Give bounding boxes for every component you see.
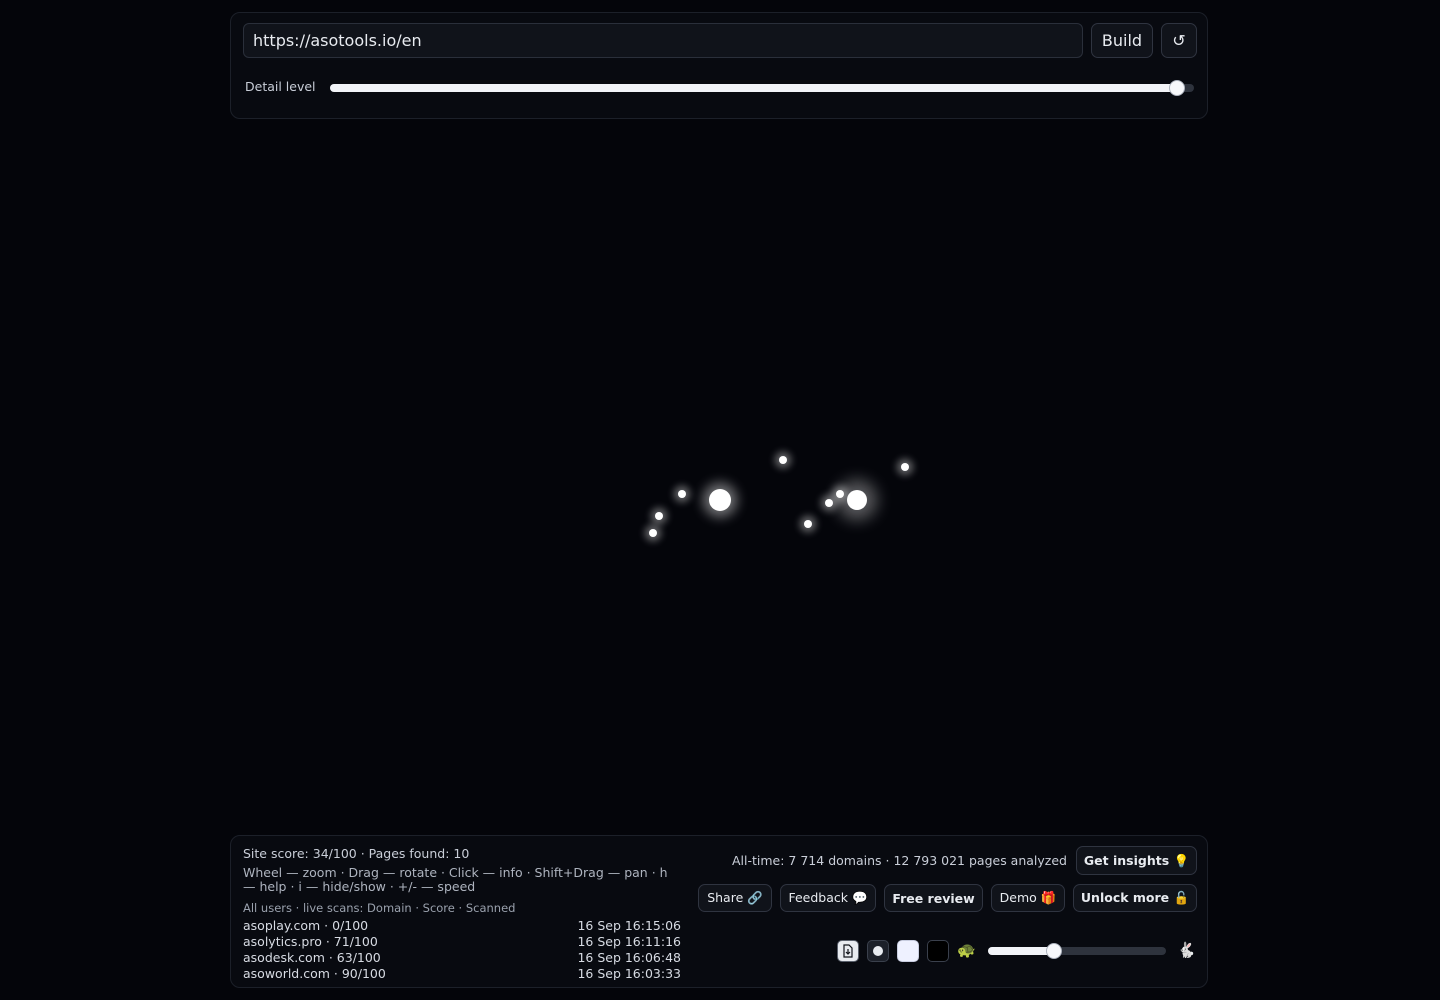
live-scans-header: All users · live scans: Domain · Score ·… <box>243 901 516 915</box>
dark-theme-button[interactable] <box>927 940 949 962</box>
graph-node[interactable] <box>825 499 833 507</box>
refresh-button[interactable]: ↺ <box>1161 23 1197 58</box>
graph-node[interactable] <box>678 490 686 498</box>
info-panel: Site score: 34/100 · Pages found: 10 Whe… <box>230 835 1208 988</box>
detail-level-label: Detail level <box>245 79 316 94</box>
scan-time: 16 Sep 16:03:33 <box>577 966 681 980</box>
scan-domain: asolytics.pro · 71/100 <box>243 934 378 949</box>
url-input[interactable] <box>243 23 1083 58</box>
scan-time: 16 Sep 16:15:06 <box>577 918 681 933</box>
graph-node[interactable] <box>836 490 844 498</box>
scan-domain: asoplay.com · 0/100 <box>243 918 369 933</box>
scan-time: 16 Sep 16:11:16 <box>577 934 681 949</box>
graph-node[interactable] <box>709 489 731 511</box>
graph-node[interactable] <box>655 512 663 520</box>
graph-node[interactable] <box>901 463 909 471</box>
scan-row[interactable]: asoworld.com · 90/100 16 Sep 16:03:33 <box>243 966 681 980</box>
refresh-icon: ↺ <box>1172 31 1186 50</box>
scan-time: 16 Sep 16:06:48 <box>577 950 681 965</box>
get-insights-button[interactable]: Get insights 💡 <box>1076 846 1197 875</box>
scan-row[interactable]: asoplay.com · 0/100 16 Sep 16:15:06 <box>243 918 681 934</box>
share-button[interactable]: Share 🔗 <box>698 884 772 912</box>
alltime-stats: All-time: 7 714 domains · 12 793 021 pag… <box>732 853 1067 868</box>
speed-slider[interactable] <box>988 943 1166 959</box>
graph-node[interactable] <box>649 529 657 537</box>
graph-node[interactable] <box>804 520 812 528</box>
help-text: Wheel — zoom · Drag — rotate · Click — i… <box>243 865 668 894</box>
detail-level-slider[interactable] <box>330 80 1194 96</box>
speed-fill <box>988 947 1054 955</box>
build-button[interactable]: Build <box>1091 23 1153 58</box>
top-toolbar: Build ↺ Detail level <box>230 12 1208 119</box>
download-button[interactable] <box>837 940 859 962</box>
scan-row[interactable]: asolytics.pro · 71/100 16 Sep 16:11:16 <box>243 934 681 950</box>
speed-thumb[interactable] <box>1045 943 1062 959</box>
scan-row[interactable]: asodesk.com · 63/100 16 Sep 16:06:48 <box>243 950 681 966</box>
scan-domain: asoworld.com · 90/100 <box>243 966 386 980</box>
turtle-icon: 🐢 <box>957 941 976 959</box>
free-review-button[interactable]: Free review <box>884 884 983 912</box>
light-theme-button[interactable] <box>897 940 919 962</box>
detail-level-thumb[interactable] <box>1168 80 1185 96</box>
node-style-toggle[interactable] <box>867 940 889 962</box>
graph-node[interactable] <box>779 456 787 464</box>
download-icon <box>843 944 853 958</box>
unlock-more-button[interactable]: Unlock more 🔓 <box>1073 884 1197 912</box>
demo-button[interactable]: Demo 🎁 <box>991 884 1065 912</box>
graph-node[interactable] <box>847 490 867 510</box>
site-stats: Site score: 34/100 · Pages found: 10 <box>243 846 470 861</box>
graph-canvas[interactable] <box>0 130 1440 830</box>
rabbit-icon: 🐇 <box>1177 941 1196 959</box>
feedback-button[interactable]: Feedback 💬 <box>780 884 876 912</box>
detail-level-fill <box>330 84 1177 92</box>
scan-domain: asodesk.com · 63/100 <box>243 950 381 965</box>
live-scans-list[interactable]: asoplay.com · 0/100 16 Sep 16:15:06 asoly… <box>243 918 681 980</box>
dot-icon <box>873 946 883 956</box>
